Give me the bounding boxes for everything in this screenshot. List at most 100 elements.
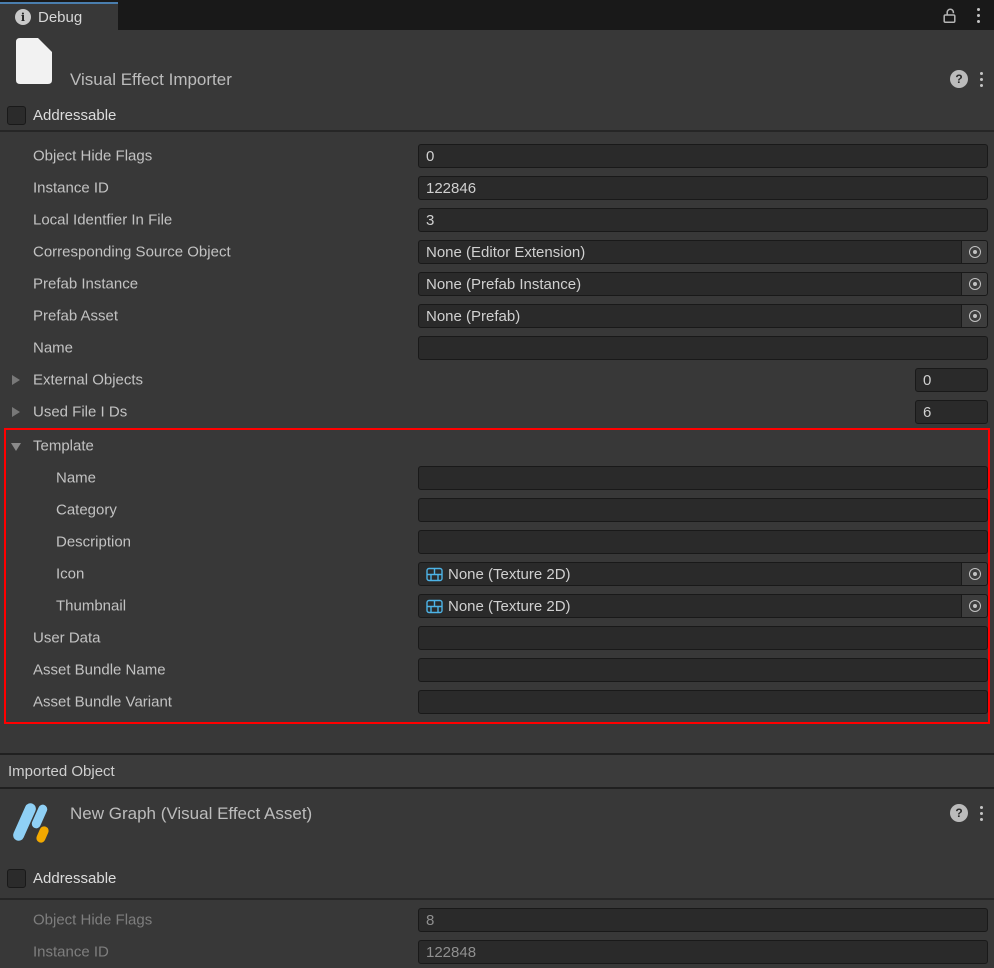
- instance-id-label: Instance ID: [33, 180, 109, 197]
- prefab-asset-label: Prefab Asset: [33, 308, 118, 325]
- asset-bundle-variant-field[interactable]: [418, 690, 988, 714]
- template-description-label: Description: [56, 534, 131, 551]
- object-field-value: None (Prefab Instance): [426, 276, 581, 293]
- row-template-name: Name: [6, 462, 988, 494]
- help-icon[interactable]: ?: [950, 804, 968, 822]
- help-icon[interactable]: ?: [950, 70, 968, 88]
- object-hide-flags-field: 8: [418, 908, 988, 932]
- foldout-expanded-icon[interactable]: [11, 443, 21, 451]
- asset-header: New Graph (Visual Effect Asset) ? Addres…: [0, 789, 994, 900]
- tab-debug-label: Debug: [38, 9, 82, 26]
- object-hide-flags-field[interactable]: 0: [418, 144, 988, 168]
- object-hide-flags-label: Object Hide Flags: [33, 912, 152, 929]
- object-picker-icon[interactable]: [961, 241, 987, 263]
- row-prefab-asset: Prefab Asset None (Prefab): [0, 300, 994, 332]
- object-picker-icon[interactable]: [961, 305, 987, 327]
- template-label[interactable]: Template: [33, 438, 94, 455]
- instance-id-field: 122848: [418, 940, 988, 964]
- row-name: Name: [0, 332, 994, 364]
- importer-properties: Object Hide Flags 0 Instance ID 122846 L…: [0, 132, 994, 724]
- addressable-checkbox[interactable]: [7, 869, 26, 888]
- inspector-tab-bar: i Debug: [0, 0, 994, 30]
- asset-bundle-variant-label: Asset Bundle Variant: [33, 694, 172, 711]
- vfx-asset-icon: [13, 799, 57, 847]
- template-category-field[interactable]: [418, 498, 988, 522]
- field-value: 0: [426, 148, 434, 165]
- template-category-label: Category: [56, 502, 117, 519]
- asset-properties: Object Hide Flags 8 Instance ID 122848: [0, 900, 994, 968]
- object-picker-icon[interactable]: [961, 595, 987, 617]
- addressable-label: Addressable: [33, 869, 116, 888]
- texture2d-icon: [426, 567, 443, 582]
- object-field-value: None (Editor Extension): [426, 244, 585, 261]
- template-description-field[interactable]: [418, 530, 988, 554]
- used-file-ids-label: Used File I Ds: [33, 404, 127, 421]
- lock-open-icon[interactable]: [941, 0, 958, 30]
- used-file-ids-count-field[interactable]: 6: [915, 400, 988, 424]
- addressable-checkbox[interactable]: [7, 106, 26, 125]
- object-hide-flags-label: Object Hide Flags: [33, 148, 152, 165]
- asset-title: New Graph (Visual Effect Asset): [70, 804, 312, 823]
- external-objects-count-field[interactable]: 0: [915, 368, 988, 392]
- asset-bundle-name-label: Asset Bundle Name: [33, 662, 166, 679]
- field-value: 6: [923, 404, 931, 421]
- row-template-description: Description: [6, 526, 988, 558]
- template-icon-label: Icon: [56, 566, 84, 583]
- imported-object-title: Imported Object: [8, 763, 115, 780]
- kebab-menu-icon[interactable]: [980, 806, 983, 821]
- field-value: 122846: [426, 180, 476, 197]
- field-value: 3: [426, 212, 434, 229]
- info-icon: i: [15, 9, 31, 25]
- local-identfier-label: Local Identfier In File: [33, 212, 172, 229]
- row-corresponding-source-object: Corresponding Source Object None (Editor…: [0, 236, 994, 268]
- row-object-hide-flags: Object Hide Flags 0: [0, 140, 994, 172]
- name-label: Name: [33, 340, 73, 357]
- row-user-data: User Data: [6, 622, 988, 654]
- asset-bundle-name-field[interactable]: [418, 658, 988, 682]
- imported-object-bar: Imported Object: [0, 753, 994, 789]
- tab-debug[interactable]: i Debug: [0, 2, 118, 30]
- addressable-label: Addressable: [33, 106, 116, 125]
- template-highlight-box: Template Name Category Description Icon: [4, 428, 990, 724]
- row-asset-bundle-variant: Asset Bundle Variant: [6, 686, 988, 718]
- template-name-field[interactable]: [418, 466, 988, 490]
- kebab-menu-icon[interactable]: [980, 72, 983, 87]
- local-identfier-field[interactable]: 3: [418, 208, 988, 232]
- prefab-asset-field[interactable]: None (Prefab): [418, 304, 988, 328]
- row-local-identfier: Local Identfier In File 3: [0, 204, 994, 236]
- name-field[interactable]: [418, 336, 988, 360]
- row-template-category: Category: [6, 494, 988, 526]
- field-value: 122848: [426, 944, 476, 961]
- template-thumbnail-label: Thumbnail: [56, 598, 126, 615]
- row-template-icon: Icon None (Texture 2D): [6, 558, 988, 590]
- importer-header: Visual Effect Importer ? Addressable: [0, 30, 994, 132]
- row-template-thumbnail: Thumbnail None (Texture 2D): [6, 590, 988, 622]
- field-value: 8: [426, 912, 434, 929]
- prefab-instance-field[interactable]: None (Prefab Instance): [418, 272, 988, 296]
- object-field-value: None (Prefab): [426, 308, 520, 325]
- template-name-label: Name: [56, 470, 96, 487]
- prefab-instance-label: Prefab Instance: [33, 276, 138, 293]
- row-asset-instance-id: Instance ID 122848: [0, 936, 994, 968]
- object-field-value: None (Texture 2D): [448, 598, 571, 615]
- template-icon-field[interactable]: None (Texture 2D): [418, 562, 988, 586]
- document-icon: [16, 38, 52, 89]
- object-picker-icon[interactable]: [961, 273, 987, 295]
- template-thumbnail-field[interactable]: None (Texture 2D): [418, 594, 988, 618]
- instance-id-label: Instance ID: [33, 944, 109, 961]
- foldout-collapsed-icon[interactable]: [12, 407, 20, 417]
- field-value: 0: [923, 372, 931, 389]
- object-field-value: None (Texture 2D): [448, 566, 571, 583]
- section-gap: [0, 724, 994, 753]
- object-picker-icon[interactable]: [961, 563, 987, 585]
- foldout-collapsed-icon[interactable]: [12, 375, 20, 385]
- row-external-objects: External Objects 0: [0, 364, 994, 396]
- kebab-menu-icon[interactable]: [977, 0, 980, 30]
- row-instance-id: Instance ID 122846: [0, 172, 994, 204]
- instance-id-field[interactable]: 122846: [418, 176, 988, 200]
- corresponding-source-object-label: Corresponding Source Object: [33, 244, 231, 261]
- user-data-field[interactable]: [418, 626, 988, 650]
- corresponding-source-object-field[interactable]: None (Editor Extension): [418, 240, 988, 264]
- row-used-file-ids: Used File I Ds 6: [0, 396, 994, 428]
- row-prefab-instance: Prefab Instance None (Prefab Instance): [0, 268, 994, 300]
